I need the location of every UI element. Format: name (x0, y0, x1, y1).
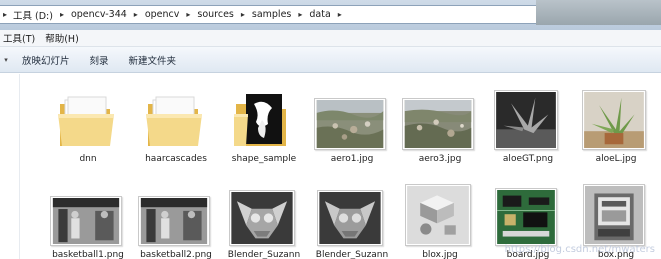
file-item-blender-suzanne-1[interactable]: Blender_Suzann (220, 178, 308, 259)
file-item-blender-suzanne-2[interactable]: Blender_Suzann (308, 178, 396, 259)
aerial-photo-thumbnail (314, 86, 386, 150)
breadcrumb-data[interactable]: data (306, 6, 333, 23)
chevron-right-icon[interactable]: ▸ (130, 10, 142, 19)
folder-icon (50, 86, 122, 150)
address-bar-right-region (536, 0, 661, 25)
file-name-label: Blender_Suzann (227, 250, 301, 259)
file-item-haarcascades[interactable]: haarcascades (132, 82, 220, 164)
chevron-right-icon[interactable]: ▸ (334, 10, 346, 19)
menu-bar: 工具(T) 帮助(H) (0, 30, 661, 47)
breadcrumb-samples[interactable]: samples (249, 6, 295, 23)
new-folder-button[interactable]: 新建文件夹 (119, 53, 187, 67)
chevron-right-icon[interactable]: ▸ (0, 10, 10, 19)
box-photo-thumbnail (578, 182, 650, 246)
menu-help[interactable]: 帮助(H) (41, 31, 85, 45)
file-name-label: basketball1.png (52, 250, 124, 259)
breadcrumb-opencv[interactable]: opencv (142, 6, 183, 23)
navigation-pane (0, 74, 20, 259)
aloe-depth-thumbnail (490, 86, 562, 150)
breadcrumb-drive[interactable]: 工具 (D:) (10, 6, 56, 23)
chevron-down-icon[interactable]: ▾ (0, 56, 12, 64)
file-item-blox[interactable]: blox.jpg (396, 178, 484, 259)
blox-thumbnail (402, 182, 474, 246)
aerial-photo-thumbnail (402, 86, 474, 150)
file-name-label: aero1.jpg (330, 154, 374, 164)
slideshow-button[interactable]: 放映幻灯片 (12, 53, 80, 67)
file-view: dnn haarcascades shape_sample aero1.jpg … (0, 74, 661, 259)
chevron-right-icon[interactable]: ▸ (294, 10, 306, 19)
chevron-right-icon[interactable]: ▸ (56, 10, 68, 19)
file-item-shape-sample[interactable]: shape_sample (220, 82, 308, 164)
file-grid: dnn haarcascades shape_sample aero1.jpg … (44, 82, 661, 259)
basketball-thumbnail (138, 182, 210, 246)
chevron-right-icon[interactable]: ▸ (182, 10, 194, 19)
file-name-label: aloeGT.png (502, 154, 554, 164)
file-name-label: dnn (79, 154, 97, 164)
aloe-plant-thumbnail (578, 86, 650, 150)
chevron-right-icon[interactable]: ▸ (237, 10, 249, 19)
file-item-aloegt[interactable]: aloeGT.png (484, 82, 572, 164)
file-name-label: basketball2.png (140, 250, 212, 259)
file-name-label: Blender_Suzann (315, 250, 389, 259)
file-item-basketball2[interactable]: basketball2.png (132, 178, 220, 259)
file-name-label: aero3.jpg (418, 154, 462, 164)
file-item-aero3[interactable]: aero3.jpg (396, 82, 484, 164)
folder-icon (138, 86, 210, 150)
command-bar: ▾ 放映幻灯片 刻录 新建文件夹 (0, 47, 661, 73)
file-item-aloel[interactable]: aloeL.jpg (572, 82, 660, 164)
suzanne-render-thumbnail (314, 182, 386, 246)
address-bar-region: ▸ 工具 (D:) ▸ opencv-344 ▸ opencv ▸ source… (0, 0, 661, 30)
watermark-text: https://blog.csdn.net/mwaters (504, 244, 655, 255)
burn-button[interactable]: 刻录 (80, 53, 119, 67)
basketball-thumbnail (50, 182, 122, 246)
file-name-label: haarcascades (145, 154, 207, 164)
file-name-label: blox.jpg (422, 250, 458, 259)
breadcrumb-opencv-344[interactable]: opencv-344 (68, 6, 130, 23)
folder-icon (226, 86, 298, 150)
menu-tools[interactable]: 工具(T) (0, 31, 41, 45)
file-item-basketball1[interactable]: basketball1.png (44, 178, 132, 259)
file-name-label: aloeL.jpg (595, 154, 637, 164)
breadcrumb-sources[interactable]: sources (194, 6, 237, 23)
file-item-dnn[interactable]: dnn (44, 82, 132, 164)
circuit-board-thumbnail (490, 182, 562, 246)
file-name-label: shape_sample (231, 154, 297, 164)
file-item-aero1[interactable]: aero1.jpg (308, 82, 396, 164)
suzanne-render-thumbnail (226, 182, 298, 246)
